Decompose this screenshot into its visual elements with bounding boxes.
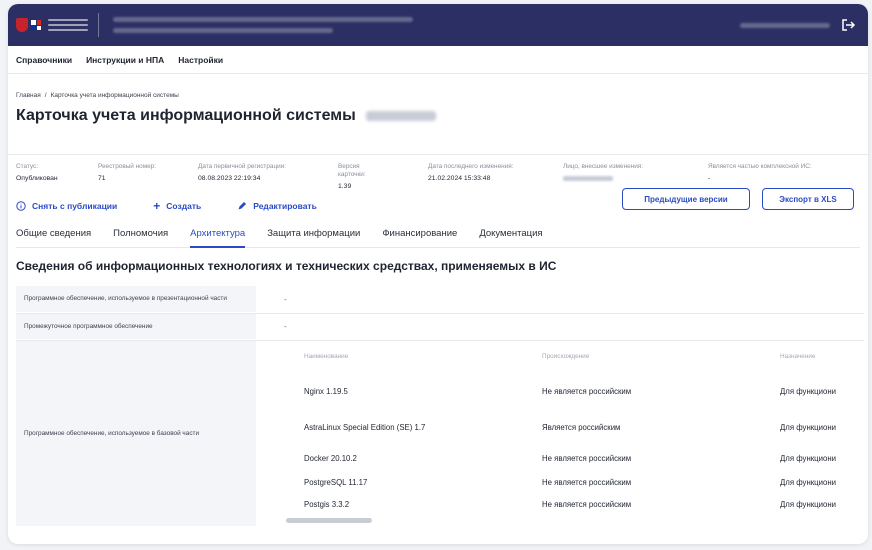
sw-origin: Не является российским: [542, 454, 632, 463]
main-menu: Справочники Инструкции и НПА Настройки: [8, 46, 868, 74]
page-title: Карточка учета информационной системы: [8, 99, 868, 125]
info-circle-icon: [16, 201, 26, 211]
menu-item-settings[interactable]: Настройки: [178, 55, 223, 65]
tab-authorities[interactable]: Полномочия: [113, 226, 168, 247]
pencil-icon: [238, 202, 247, 210]
flag-cell: [31, 20, 36, 25]
tabs: Общие сведения Полномочия Архитектура За…: [16, 226, 860, 248]
sw-purpose: Для функциони: [780, 423, 836, 432]
flag-icon: [31, 20, 41, 30]
changed-by-blurred: [563, 176, 613, 181]
breadcrumb-current: Карточка учета информационной системы: [50, 92, 179, 99]
header-divider: [98, 13, 99, 37]
section-title: Сведения об информационных технологиях и…: [16, 259, 557, 273]
sw-name: Nginx 1.19.5: [304, 387, 348, 396]
edit-button[interactable]: Редактировать: [237, 201, 317, 211]
row-value-middleware: -: [284, 322, 287, 331]
sw-column-name: Наименование: [304, 353, 349, 360]
previous-versions-button[interactable]: Предыдущие версии: [622, 188, 750, 210]
sw-origin: Не является российским: [542, 500, 632, 509]
meta-last-change: Дата последнего изменения: 21.02.2024 15…: [428, 163, 514, 182]
tab-info-protection[interactable]: Защита информации: [267, 226, 360, 247]
page-title-text: Карточка учета информационной системы: [16, 107, 356, 124]
tab-financing[interactable]: Финансирование: [382, 226, 457, 247]
breadcrumb-separator: /: [44, 92, 47, 99]
logo-text-blurred: [48, 19, 88, 31]
row-value-presentation: -: [284, 294, 287, 304]
sw-purpose: Для функциони: [780, 454, 836, 463]
meta-status: Статус: Опубликован: [16, 163, 58, 182]
architecture-grid: Программное обеспечение, используемое в …: [16, 282, 864, 526]
app-window: Справочники Инструкции и НПА Настройки Г…: [8, 4, 868, 544]
unpublish-button[interactable]: Снять с публикации: [16, 201, 117, 211]
menu-item-directories[interactable]: Справочники: [16, 55, 72, 65]
sw-name: AstraLinux Special Edition (SE) 1.7: [304, 423, 426, 432]
tab-general[interactable]: Общие сведения: [16, 226, 91, 247]
sw-name: Docker 20.10.2: [304, 454, 357, 463]
breadcrumb-home[interactable]: Главная: [16, 92, 41, 99]
logo[interactable]: [16, 18, 88, 32]
sw-origin: Не является российским: [542, 478, 632, 487]
logout-icon[interactable]: [840, 17, 856, 33]
meta-complex-part: Является частью комплексной ИС: -: [708, 163, 812, 182]
user-name-blurred: [740, 22, 830, 28]
flag-cell: [36, 25, 41, 30]
top-bar: [8, 4, 868, 46]
plus-icon: +: [153, 199, 161, 213]
card-actions: Снять с публикации + Создать Редактирова…: [16, 199, 317, 213]
create-button[interactable]: + Создать: [153, 199, 201, 213]
sw-column-purpose: Назначение: [780, 353, 816, 360]
meta-changed-by: Лицо, внесшее изменения:: [563, 163, 683, 181]
sw-column-origin: Происхождение: [542, 353, 590, 360]
row-label-base: Программное обеспечение, используемое в …: [16, 341, 256, 526]
sw-purpose: Для функциони: [780, 500, 836, 509]
horizontal-scrollbar[interactable]: [286, 518, 372, 523]
system-name-blurred: [365, 111, 436, 121]
breadcrumb: Главная / Карточка учета информационной …: [8, 74, 868, 99]
sw-purpose: Для функциони: [780, 387, 836, 396]
sw-origin: Является российским: [542, 423, 621, 432]
emblem-icon: [16, 18, 28, 32]
row-label-presentation: Программное обеспечение, используемое в …: [16, 286, 256, 312]
flag-cell: [36, 20, 41, 25]
sw-purpose: Для функциони: [780, 478, 836, 487]
menu-item-instructions[interactable]: Инструкции и НПА: [86, 55, 164, 65]
flag-cell: [31, 25, 36, 30]
sw-name: Postgis 3.3.2: [304, 500, 350, 509]
sw-name: PostgreSQL 11.17: [304, 478, 368, 487]
tab-documentation[interactable]: Документация: [479, 226, 542, 247]
row-label-middleware: Промежуточное программное обеспечение: [16, 314, 256, 339]
meta-first-registration: Дата первичной регистрации: 08.08.2023 2…: [198, 163, 287, 182]
meta-reg-number: Реестровый номер: 71: [98, 163, 157, 182]
meta-version: Версия карточки: 1.39: [338, 163, 366, 190]
export-xls-button[interactable]: Экспорт в XLS: [762, 188, 854, 210]
system-title-blurred: [113, 17, 413, 33]
sw-origin: Не является российским: [542, 387, 632, 396]
tab-architecture[interactable]: Архитектура: [190, 226, 246, 248]
